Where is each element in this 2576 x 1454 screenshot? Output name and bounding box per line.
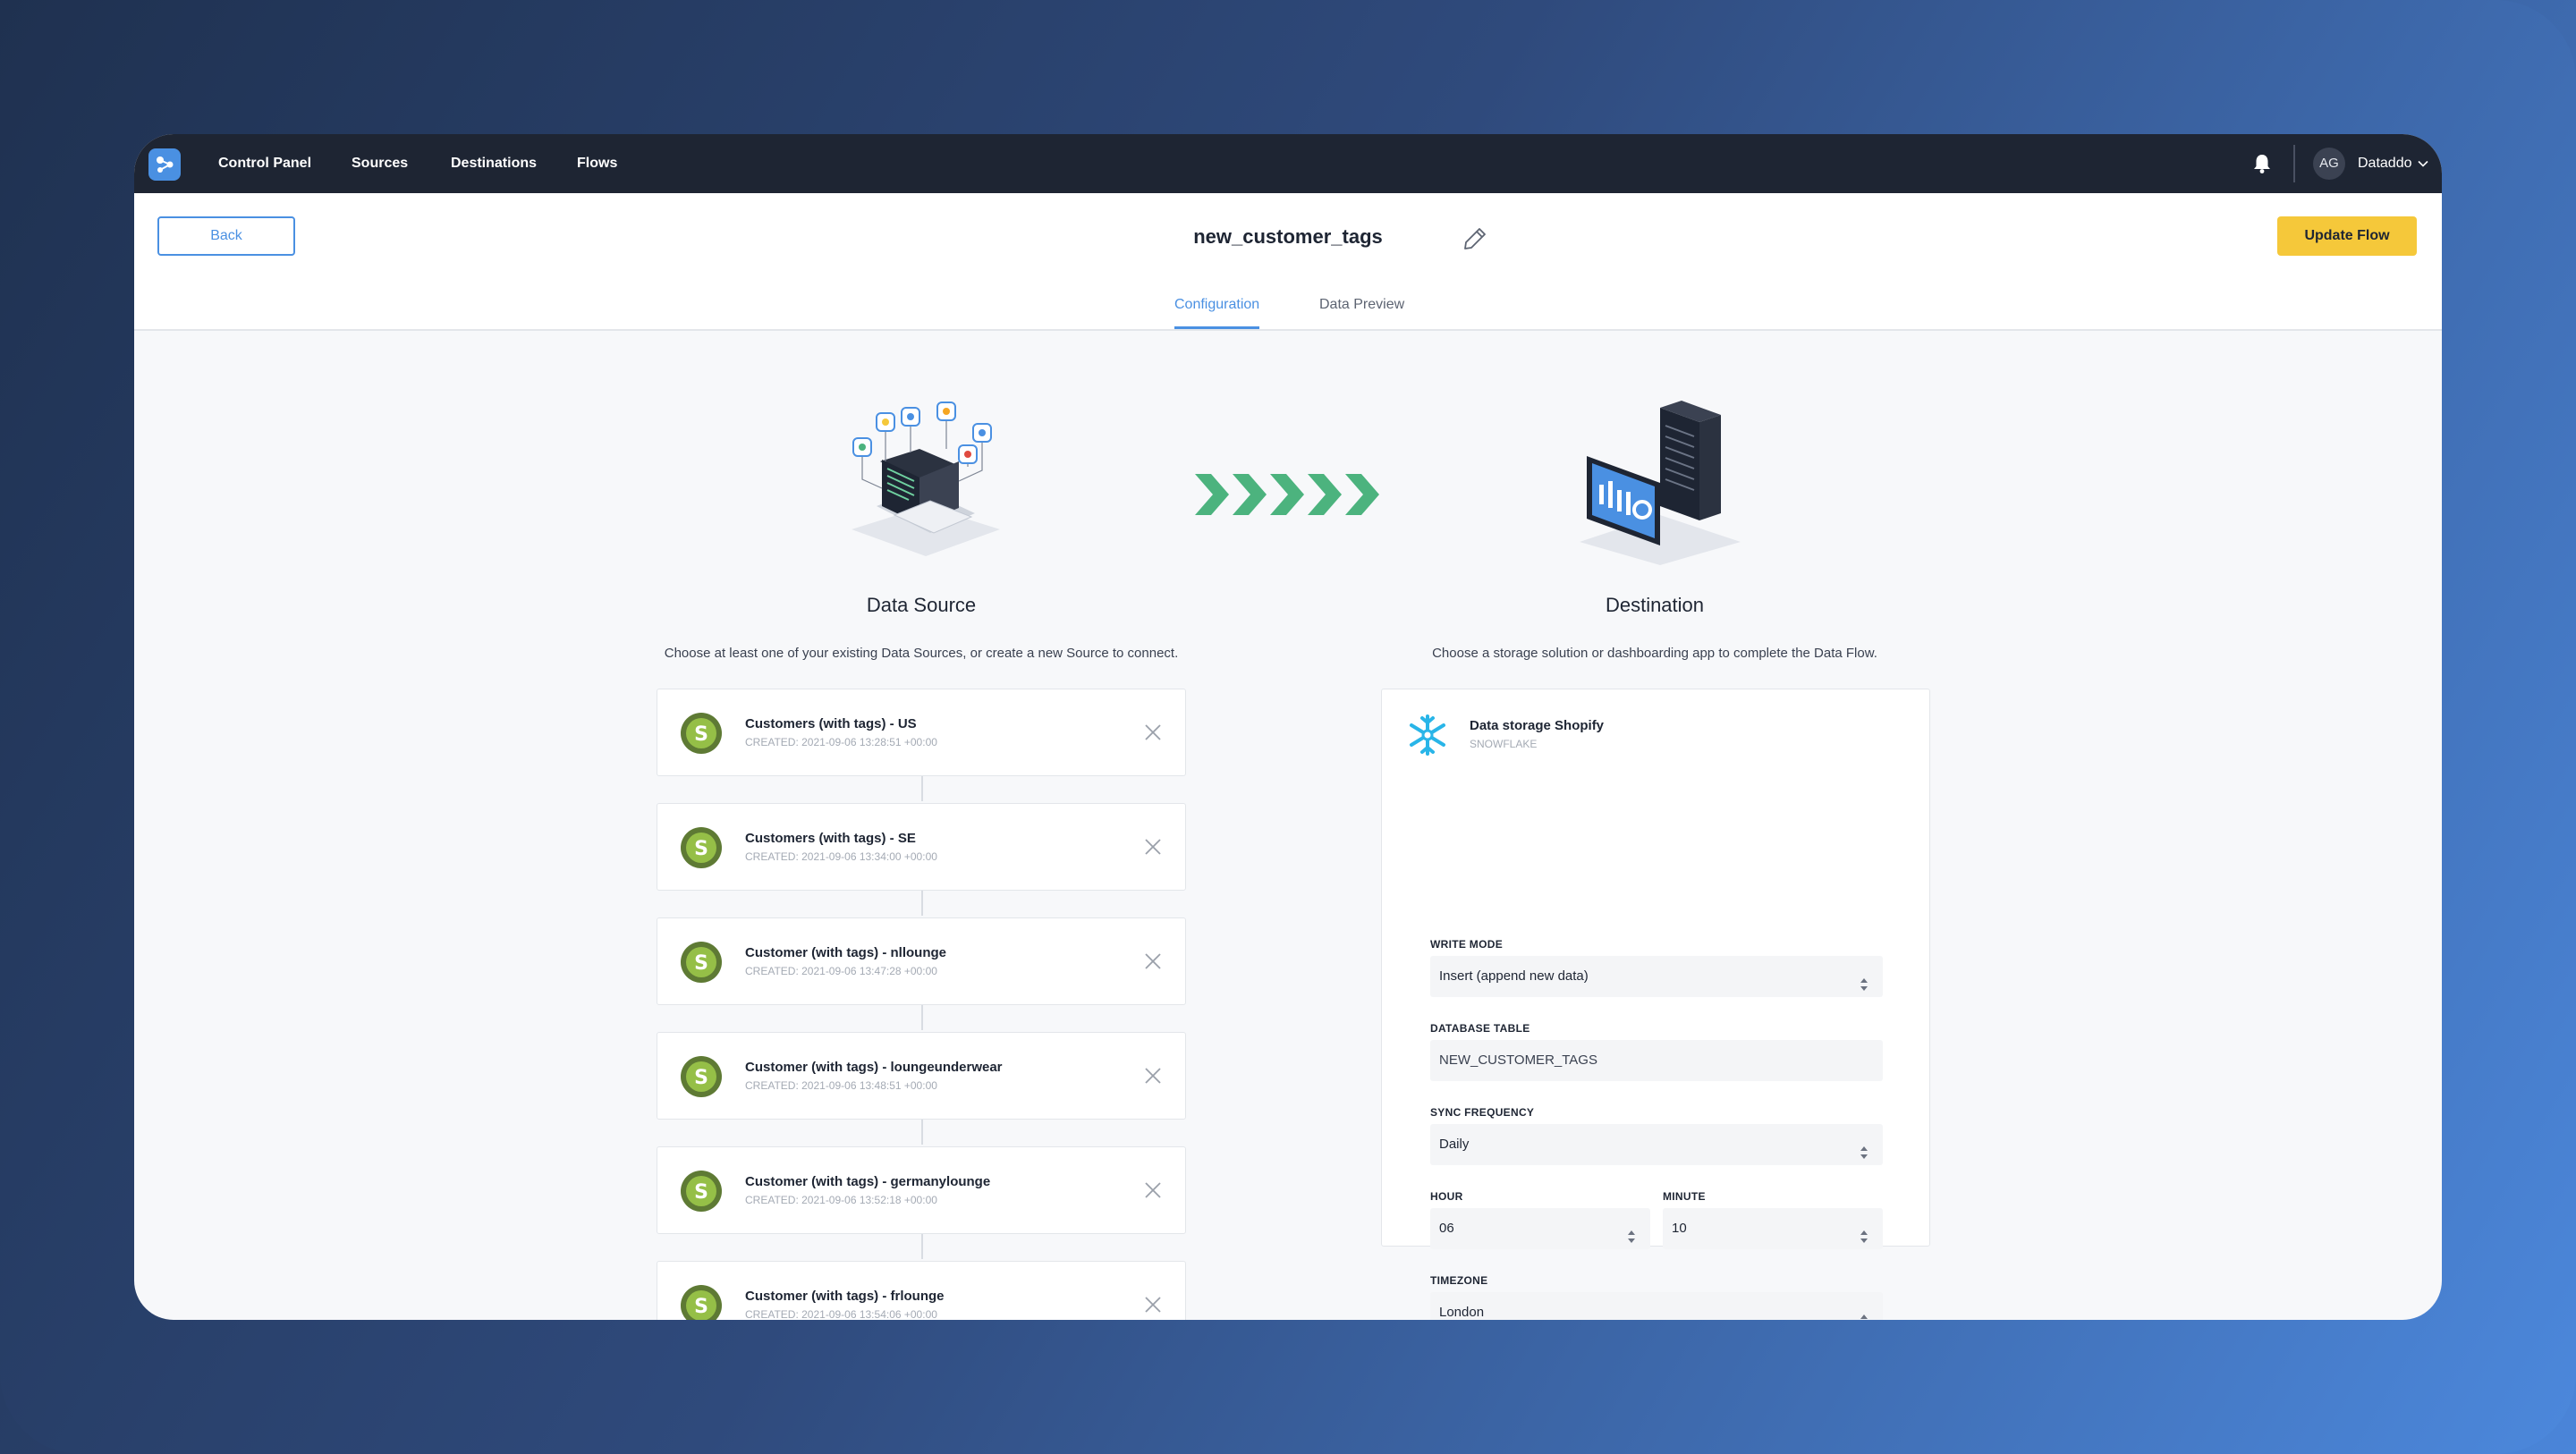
minute-select[interactable]: 10 xyxy=(1663,1208,1883,1249)
source-created: CREATED: 2021-09-06 13:52:18 +00:00 xyxy=(745,1194,937,1206)
destination-type: SNOWFLAKE xyxy=(1470,738,1538,750)
close-icon[interactable] xyxy=(1144,838,1162,856)
source-created: CREATED: 2021-09-06 13:54:06 +00:00 xyxy=(745,1308,937,1320)
tab-bar: Configuration Data Preview xyxy=(134,281,2442,331)
select-arrows-icon xyxy=(1860,1305,1868,1320)
select-arrows-icon xyxy=(1860,1137,1868,1159)
flow-name: new_customer_tags xyxy=(1193,225,1383,248)
write-mode-select[interactable]: Insert (append new data) xyxy=(1430,956,1883,997)
sync-frequency-value: Daily xyxy=(1439,1137,1470,1152)
svg-text:S: S xyxy=(694,1067,708,1089)
source-card[interactable]: S Customer (with tags) - germanylounge C… xyxy=(657,1146,1186,1234)
flow-arrows-icon xyxy=(1195,470,1383,519)
destination-description: Choose a storage solution or dashboardin… xyxy=(1432,646,1877,661)
source-created: CREATED: 2021-09-06 13:28:51 +00:00 xyxy=(745,736,937,748)
nav-divider xyxy=(2293,145,2295,182)
source-name: Customer (with tags) - loungeunderwear xyxy=(745,1060,1003,1075)
timezone-select[interactable]: London xyxy=(1430,1292,1883,1320)
data-source-title: Data Source xyxy=(866,594,977,616)
timezone-label: TIMEZONE xyxy=(1430,1274,1488,1287)
svg-text:S: S xyxy=(694,723,708,746)
nav-flows[interactable]: Flows xyxy=(577,134,617,193)
database-table-input[interactable]: NEW_CUSTOMER_TAGS xyxy=(1430,1040,1883,1081)
nav-sources[interactable]: Sources xyxy=(352,134,408,193)
top-nav: Control Panel Sources Destinations Flows… xyxy=(134,134,2442,193)
minute-value: 10 xyxy=(1672,1221,1687,1236)
database-table-value: NEW_CUSTOMER_TAGS xyxy=(1439,1052,1597,1068)
close-icon[interactable] xyxy=(1144,952,1162,970)
select-arrows-icon xyxy=(1860,968,1868,991)
sync-frequency-label: SYNC FREQUENCY xyxy=(1430,1106,1535,1119)
source-card[interactable]: S Customers (with tags) - US CREATED: 20… xyxy=(657,689,1186,776)
database-table-label: DATABASE TABLE xyxy=(1430,1022,1530,1035)
minute-label: MINUTE xyxy=(1663,1190,1706,1203)
close-icon[interactable] xyxy=(1144,1067,1162,1085)
close-icon[interactable] xyxy=(1144,1296,1162,1314)
svg-text:S: S xyxy=(694,1296,708,1318)
select-arrows-icon xyxy=(1860,1221,1868,1243)
avatar[interactable]: AG xyxy=(2313,148,2345,180)
shopify-icon: S xyxy=(681,1171,722,1212)
source-name: Customer (with tags) - germanylounge xyxy=(745,1174,991,1189)
destination-card: Data storage Shopify SNOWFLAKE WRITE MOD… xyxy=(1381,689,1930,1320)
timezone-value: London xyxy=(1439,1305,1485,1320)
destination-title: Destination xyxy=(1605,594,1705,616)
shopify-icon: S xyxy=(681,1285,722,1320)
page-header: Back new_customer_tags Update Flow xyxy=(134,193,2442,282)
back-button[interactable]: Back xyxy=(157,216,295,256)
shopify-icon: S xyxy=(681,827,722,868)
sync-frequency-select[interactable]: Daily xyxy=(1430,1124,1883,1165)
source-card[interactable]: S Customers (with tags) - SE CREATED: 20… xyxy=(657,803,1186,891)
app-logo-icon[interactable] xyxy=(148,148,181,181)
user-name[interactable]: Dataddo xyxy=(2358,134,2412,193)
source-card[interactable]: S Customer (with tags) - loungeunderwear… xyxy=(657,1032,1186,1120)
hour-label: HOUR xyxy=(1430,1190,1463,1203)
source-name: Customer (with tags) - frlounge xyxy=(745,1289,945,1304)
tab-data-preview[interactable]: Data Preview xyxy=(1319,281,1404,329)
source-connector xyxy=(921,776,923,801)
destination-name: Data storage Shopify xyxy=(1470,718,1605,733)
write-mode-value: Insert (append new data) xyxy=(1439,968,1589,984)
nav-destinations[interactable]: Destinations xyxy=(451,134,537,193)
svg-text:S: S xyxy=(694,1181,708,1204)
app-window: Control Panel Sources Destinations Flows… xyxy=(134,134,2442,1320)
hour-select[interactable]: 06 xyxy=(1430,1208,1650,1249)
shopify-icon: S xyxy=(681,713,722,754)
data-source-description: Choose at least one of your existing Dat… xyxy=(664,646,1179,661)
shopify-icon: S xyxy=(681,942,722,983)
source-name: Customers (with tags) - US xyxy=(745,716,917,731)
pencil-icon[interactable] xyxy=(1462,225,1488,252)
write-mode-label: WRITE MODE xyxy=(1430,938,1503,951)
close-icon[interactable] xyxy=(1144,723,1162,741)
nav-control-panel[interactable]: Control Panel xyxy=(218,134,311,193)
tab-configuration[interactable]: Configuration xyxy=(1174,281,1260,329)
svg-text:S: S xyxy=(694,952,708,975)
source-card[interactable]: S Customer (with tags) - frlounge CREATE… xyxy=(657,1261,1186,1320)
svg-text:S: S xyxy=(694,838,708,860)
update-flow-button[interactable]: Update Flow xyxy=(2277,216,2417,256)
hour-value: 06 xyxy=(1439,1221,1454,1236)
source-connector xyxy=(921,1120,923,1145)
destination-illustration xyxy=(1571,399,1750,569)
chevron-down-icon[interactable] xyxy=(2417,157,2429,170)
source-connector xyxy=(921,891,923,916)
select-arrows-icon xyxy=(1627,1221,1636,1243)
shopify-icon: S xyxy=(681,1056,722,1097)
source-name: Customer (with tags) - nllounge xyxy=(745,945,946,960)
source-card[interactable]: S Customer (with tags) - nllounge CREATE… xyxy=(657,917,1186,1005)
close-icon[interactable] xyxy=(1144,1181,1162,1199)
source-created: CREATED: 2021-09-06 13:47:28 +00:00 xyxy=(745,965,937,977)
source-created: CREATED: 2021-09-06 13:48:51 +00:00 xyxy=(745,1079,937,1092)
source-created: CREATED: 2021-09-06 13:34:00 +00:00 xyxy=(745,850,937,863)
snowflake-icon xyxy=(1405,713,1450,757)
source-connector xyxy=(921,1234,923,1259)
bell-icon[interactable] xyxy=(2250,152,2274,175)
data-source-illustration xyxy=(841,399,1011,569)
source-name: Customers (with tags) - SE xyxy=(745,831,916,846)
source-connector xyxy=(921,1005,923,1030)
